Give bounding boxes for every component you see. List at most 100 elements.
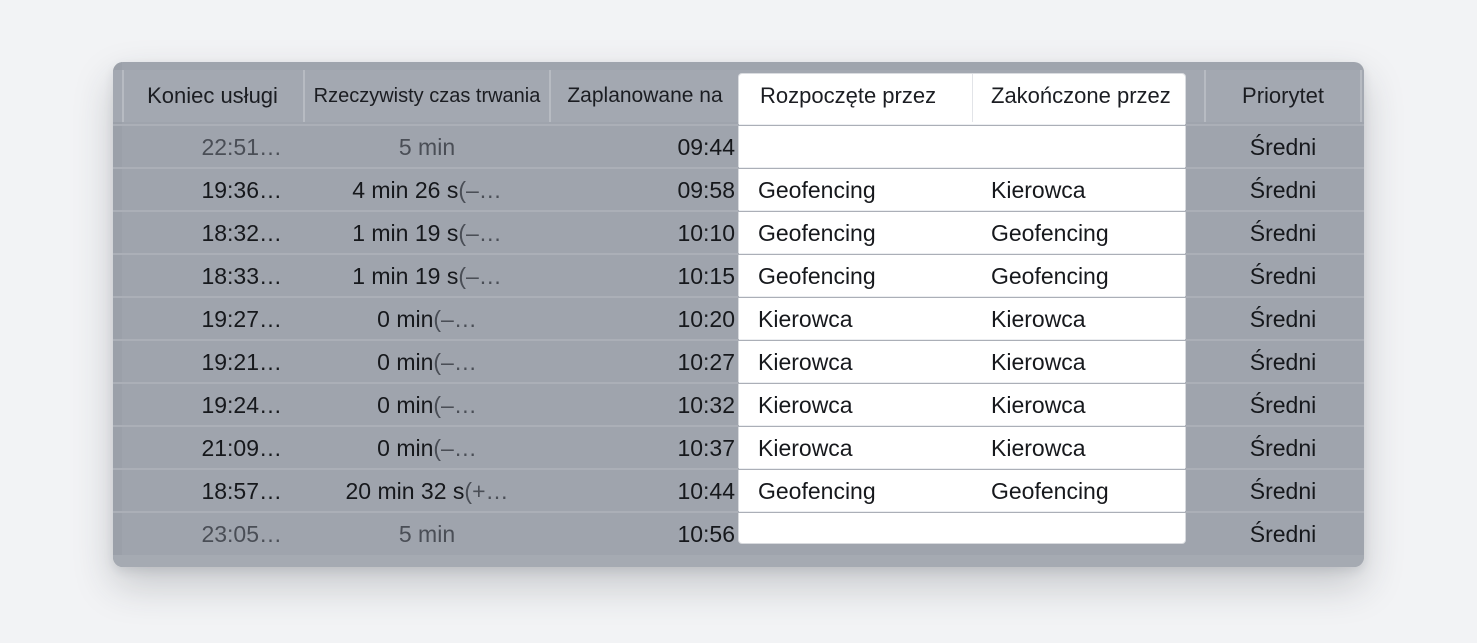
duration-delta: (–… (433, 392, 477, 418)
duration-delta: (+… (464, 478, 509, 504)
cell-ended-by: Kierowca (991, 349, 1086, 375)
duration-value: 0 min (377, 306, 434, 332)
cell-end: 19:21… (201, 349, 282, 375)
cell-ended-by: Geofencing (991, 220, 1109, 246)
cell-scheduled: 09:44 (677, 134, 735, 160)
table-row[interactable]: 19:24… 0 min (–… 10:32 Kierowca Kierowca Śred… (113, 384, 1364, 427)
cell-duration: 0 min (–… (305, 298, 549, 341)
duration-value: 5 min (398, 134, 456, 160)
cell-end: 19:36… (201, 177, 282, 203)
column-header-ended-by[interactable]: Zakończone przez (991, 70, 1191, 122)
cell-ended-by (991, 126, 1191, 169)
cell-started-by (758, 126, 968, 169)
cell-duration: 0 min (–… (305, 427, 549, 470)
duration-value: 0 min (377, 392, 434, 418)
cell-started-by: Kierowca (758, 349, 853, 375)
cell-duration: 1 min 19 s (–… (305, 255, 549, 298)
cell-priority: Średni (1249, 435, 1317, 461)
cell-started-by: Geofencing (758, 220, 876, 246)
cell-started-by: Geofencing (758, 177, 876, 203)
cell-ended-by: Kierowca (991, 306, 1086, 332)
duration-value: 0 min (377, 349, 434, 375)
cell-duration: 20 min 32 s (+… (305, 470, 549, 513)
cell-priority: Średni (1249, 306, 1317, 332)
cell-started-by: Geofencing (758, 478, 876, 504)
column-header-duration[interactable]: Rzeczywisty czas trwania (305, 70, 549, 122)
duration-value: 0 min (377, 435, 434, 461)
duration-value: 20 min 32 s (345, 478, 465, 504)
cell-end: 23:05… (201, 521, 282, 547)
cell-priority: Średni (1249, 177, 1317, 203)
cell-end: 19:27… (201, 306, 282, 332)
duration-value: 4 min 26 s (352, 177, 459, 203)
cell-end: 22:51… (201, 134, 282, 160)
cell-end: 18:57… (201, 478, 282, 504)
duration-delta: (–… (458, 177, 502, 203)
cell-priority: Średni (1249, 392, 1317, 418)
cell-scheduled: 10:37 (677, 435, 735, 461)
cell-end: 18:32… (201, 220, 282, 246)
cell-ended-by: Kierowca (991, 392, 1086, 418)
cell-priority: Średni (1249, 349, 1317, 375)
cell-duration: 0 min (–… (305, 384, 549, 427)
column-header-end[interactable]: Koniec usługi (122, 70, 303, 122)
cell-started-by (758, 513, 968, 556)
duration-delta: (–… (433, 349, 477, 375)
table-row[interactable]: 23:05… 5 min 10:56 Średni (113, 513, 1364, 556)
cell-ended-by (991, 513, 1191, 556)
row-divider (739, 468, 1185, 469)
cell-scheduled: 09:58 (677, 177, 735, 203)
table-header-row: Koniec usługi Rzeczywisty czas trwania Z… (113, 70, 1364, 122)
cell-started-by: Kierowca (758, 435, 853, 461)
row-divider (739, 253, 1185, 254)
table-row[interactable]: 18:32… 1 min 19 s (–… 10:10 Geofencing Geofe… (113, 212, 1364, 255)
cell-end: 18:33… (201, 263, 282, 289)
cell-priority: Średni (1249, 521, 1317, 547)
cell-ended-by: Geofencing (991, 263, 1109, 289)
cell-scheduled: 10:27 (677, 349, 735, 375)
duration-delta: (–… (433, 306, 477, 332)
cell-duration: 4 min 26 s (–… (305, 169, 549, 212)
cell-started-by: Geofencing (758, 263, 876, 289)
column-header-priority[interactable]: Priorytet (1206, 70, 1360, 122)
table-row[interactable]: 19:21… 0 min (–… 10:27 Kierowca Kierowca Śred… (113, 341, 1364, 384)
duration-delta: (–… (433, 435, 477, 461)
table-row[interactable]: 21:09… 0 min (–… 10:37 Kierowca Kierowca Śred… (113, 427, 1364, 470)
row-divider (739, 210, 1185, 211)
cell-scheduled: 10:20 (677, 306, 735, 332)
cell-ended-by: Geofencing (991, 478, 1109, 504)
table-footer-edge (113, 555, 1364, 567)
row-divider (739, 167, 1185, 168)
cell-ended-by: Kierowca (991, 435, 1086, 461)
column-header-scheduled[interactable]: Zaplanowane na (551, 70, 739, 122)
table-row[interactable]: 18:57… 20 min 32 s (+… 10:44 Geofencing Geof… (113, 470, 1364, 513)
duration-value: 1 min 19 s (352, 220, 459, 246)
cell-priority: Średni (1249, 220, 1317, 246)
cell-duration: 0 min (–… (305, 341, 549, 384)
cell-priority: Średni (1249, 134, 1317, 160)
cell-end: 19:24… (201, 392, 282, 418)
duration-delta: (–… (458, 220, 502, 246)
duration-value: 1 min 19 s (352, 263, 459, 289)
column-header-started-by[interactable]: Rozpoczęte przez (760, 70, 970, 122)
cell-scheduled: 10:15 (677, 263, 735, 289)
service-table: Koniec usługi Rzeczywisty czas trwania Z… (113, 62, 1364, 567)
cell-priority: Średni (1249, 478, 1317, 504)
table-row[interactable]: 22:51… 5 min 09:44 Średni (113, 126, 1364, 169)
cell-scheduled: 10:56 (677, 521, 735, 547)
cell-scheduled: 10:32 (677, 392, 735, 418)
cell-priority: Średni (1249, 263, 1317, 289)
cell-scheduled: 10:10 (677, 220, 735, 246)
cell-duration: 5 min (305, 126, 549, 169)
table-row[interactable]: 19:27… 0 min (–… 10:20 Kierowca Kierowca Śred… (113, 298, 1364, 341)
cell-end: 21:09… (201, 435, 282, 461)
row-divider (739, 296, 1185, 297)
table-row[interactable]: 19:36… 4 min 26 s (–… 09:58 Geofencing Kiero… (113, 169, 1364, 212)
row-divider (739, 382, 1185, 383)
cell-duration: 1 min 19 s (–… (305, 212, 549, 255)
row-divider (739, 511, 1185, 512)
duration-value: 5 min (398, 521, 456, 547)
table-row[interactable]: 18:33… 1 min 19 s (–… 10:15 Geofencing Geofe… (113, 255, 1364, 298)
cell-started-by: Kierowca (758, 306, 853, 332)
row-divider (739, 124, 1185, 125)
